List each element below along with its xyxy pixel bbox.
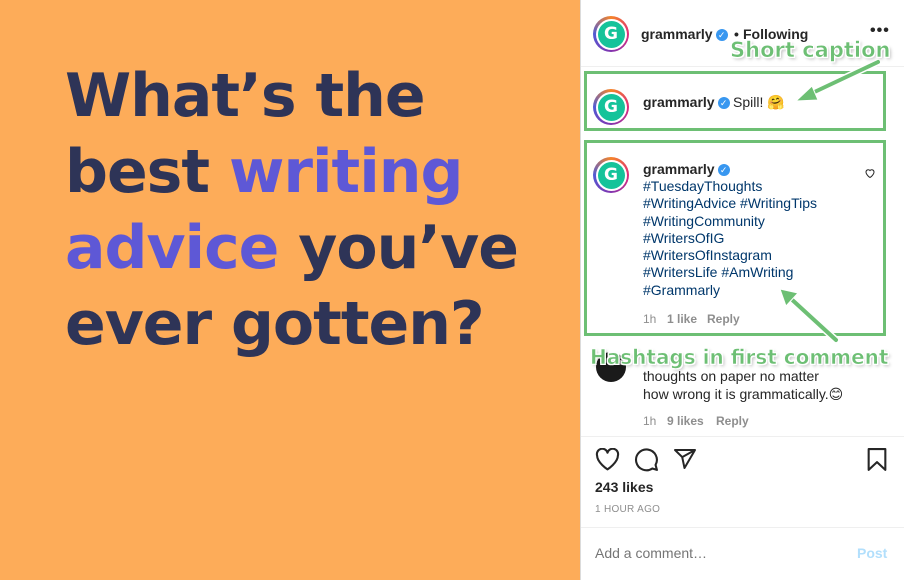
hashtags-arrow-icon xyxy=(779,288,840,344)
annotation-arrows xyxy=(779,58,882,344)
caption-arrow-icon xyxy=(794,58,882,102)
hashtags-annotation: Hashtags in first comment xyxy=(590,345,889,370)
short-caption-annotation: Short caption xyxy=(730,38,891,63)
